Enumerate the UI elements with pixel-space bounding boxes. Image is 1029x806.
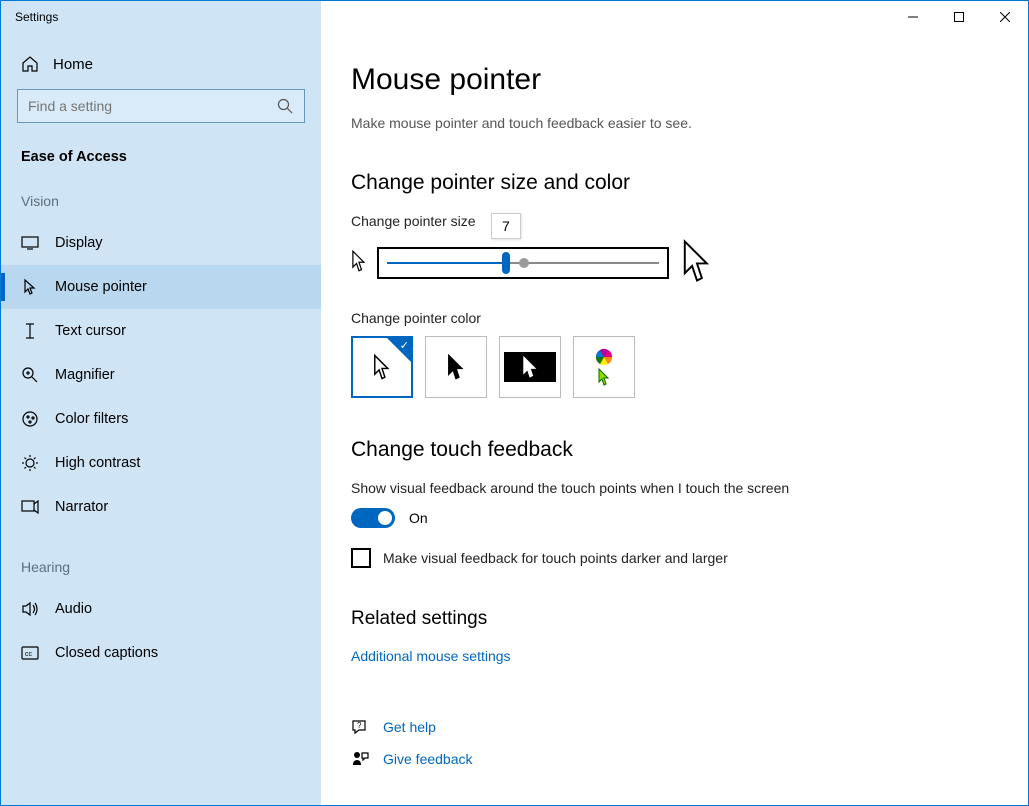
sidebar-item-mouse-pointer[interactable]: Mouse pointer	[1, 265, 321, 309]
minimize-button[interactable]	[890, 1, 936, 33]
body: Home Ease of Access Vision Display	[1, 33, 1028, 805]
page-subtitle: Make mouse pointer and touch feedback ea…	[351, 115, 988, 131]
pointer-color-black[interactable]	[425, 336, 487, 398]
mouse-pointer-icon	[21, 278, 39, 296]
sidebar-item-high-contrast[interactable]: High contrast	[1, 441, 321, 485]
svg-text:?: ?	[357, 721, 362, 730]
touch-feedback-desc: Show visual feedback around the touch po…	[351, 480, 988, 496]
search-box[interactable]	[17, 89, 305, 123]
search-icon	[276, 97, 294, 115]
touch-feedback-toggle-row: On	[351, 508, 988, 528]
large-cursor-icon	[679, 239, 715, 286]
slider-thumb[interactable]	[502, 252, 510, 274]
home-icon	[21, 55, 39, 73]
sidebar-item-label: Audio	[55, 601, 92, 617]
content: Mouse pointer Make mouse pointer and tou…	[321, 33, 1028, 805]
pointer-size-label: Change pointer size	[351, 213, 988, 229]
titlebar: Settings	[1, 1, 1028, 33]
darker-larger-checkbox[interactable]	[351, 548, 371, 568]
maximize-button[interactable]	[936, 1, 982, 33]
sidebar-item-color-filters[interactable]: Color filters	[1, 397, 321, 441]
sidebar-item-label: Display	[55, 235, 103, 251]
close-button[interactable]	[982, 1, 1028, 33]
sidebar-item-narrator[interactable]: Narrator	[1, 485, 321, 529]
toggle-state-label: On	[409, 510, 428, 526]
slider-tooltip: 7	[491, 213, 521, 239]
window-title: Settings	[1, 10, 58, 24]
sidebar-item-label: Color filters	[55, 411, 128, 427]
additional-mouse-settings-link[interactable]: Additional mouse settings	[351, 648, 511, 664]
group-hearing: Hearing	[1, 549, 321, 587]
page-title: Mouse pointer	[351, 63, 988, 97]
pointer-color-options: ✓	[351, 336, 988, 398]
feedback-icon	[351, 750, 369, 768]
settings-window: Settings Home	[0, 0, 1029, 806]
sidebar-item-audio[interactable]: Audio	[1, 587, 321, 631]
sidebar-item-display[interactable]: Display	[1, 221, 321, 265]
get-help-link[interactable]: Get help	[383, 719, 436, 735]
magnifier-icon	[21, 366, 39, 384]
related-heading: Related settings	[351, 608, 988, 630]
color-filters-icon	[21, 410, 39, 428]
sidebar-item-closed-captions[interactable]: cc Closed captions	[1, 631, 321, 675]
section-label: Ease of Access	[1, 145, 321, 183]
window-controls	[890, 1, 1028, 33]
sidebar-item-label: High contrast	[55, 455, 140, 471]
svg-text:cc: cc	[25, 651, 33, 658]
pointer-color-label: Change pointer color	[351, 310, 988, 326]
pointer-color-custom[interactable]	[573, 336, 635, 398]
give-feedback-row: Give feedback	[351, 750, 988, 768]
help-icon: ?	[351, 718, 369, 736]
pointer-size-slider[interactable]: 7	[377, 247, 669, 279]
search-input[interactable]	[28, 98, 276, 114]
sidebar-item-text-cursor[interactable]: Text cursor	[1, 309, 321, 353]
size-color-heading: Change pointer size and color	[351, 171, 988, 195]
sidebar-item-magnifier[interactable]: Magnifier	[1, 353, 321, 397]
sidebar-item-label: Magnifier	[55, 367, 115, 383]
pointer-color-inverted[interactable]	[499, 336, 561, 398]
touch-feedback-toggle[interactable]	[351, 508, 395, 528]
touch-feedback-heading: Change touch feedback	[351, 438, 988, 462]
home-label: Home	[53, 56, 93, 73]
small-cursor-icon	[351, 250, 367, 275]
give-feedback-link[interactable]: Give feedback	[383, 751, 473, 767]
audio-icon	[21, 600, 39, 618]
home-button[interactable]: Home	[1, 45, 321, 89]
darker-larger-label: Make visual feedback for touch points da…	[383, 550, 728, 566]
sidebar-item-label: Mouse pointer	[55, 279, 147, 295]
sidebar-item-label: Narrator	[55, 499, 108, 515]
sidebar-item-label: Text cursor	[55, 323, 126, 339]
sidebar-item-label: Closed captions	[55, 645, 158, 661]
text-cursor-icon	[21, 322, 39, 340]
narrator-icon	[21, 498, 39, 516]
group-vision: Vision	[1, 183, 321, 221]
get-help-row: ? Get help	[351, 718, 988, 736]
high-contrast-icon	[21, 454, 39, 472]
closed-captions-icon: cc	[21, 644, 39, 662]
darker-larger-row: Make visual feedback for touch points da…	[351, 548, 988, 568]
pointer-color-white[interactable]: ✓	[351, 336, 413, 398]
display-icon	[21, 234, 39, 252]
sidebar: Home Ease of Access Vision Display	[1, 33, 321, 805]
color-wheel-icon	[595, 348, 613, 366]
pointer-size-slider-row: 7	[351, 239, 988, 286]
